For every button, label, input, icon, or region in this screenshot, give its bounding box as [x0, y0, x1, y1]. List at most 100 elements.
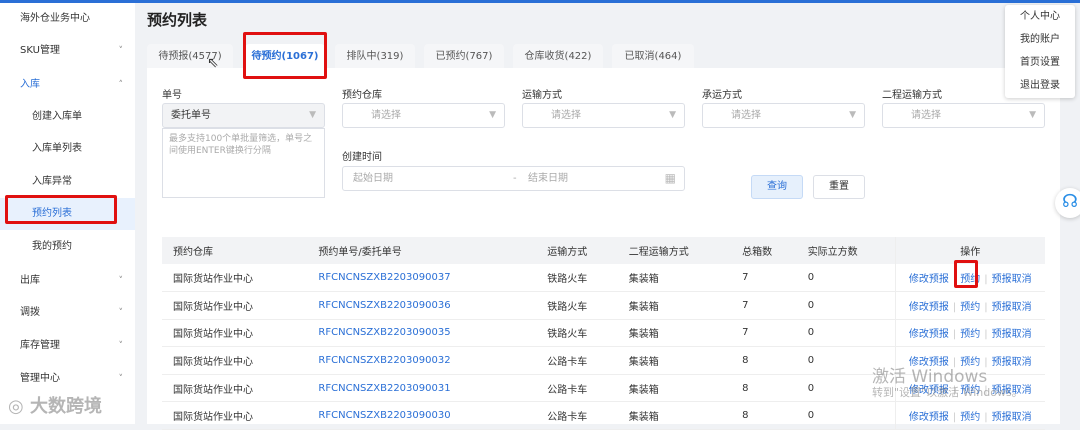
- sidebar-item-transfer[interactable]: 调拨 ˅: [0, 297, 135, 329]
- sidebar-item-inventory[interactable]: 库存管理 ˅: [0, 330, 135, 362]
- menu-item-home-settings[interactable]: 首页设置: [1005, 52, 1075, 74]
- order-no-link[interactable]: RFCNCNSZXB2203090036: [307, 291, 537, 320]
- warehouse-cell: 国际货站作业中心: [162, 319, 308, 348]
- second-transport-label: 二程运输方式: [882, 90, 942, 101]
- order-no-label: 单号: [162, 90, 182, 101]
- tab-pending-forecast[interactable]: 待预报(4577): [147, 44, 233, 69]
- cancel-forecast-link[interactable]: 预报取消: [992, 357, 1032, 368]
- sidebar-item-my-appointments[interactable]: 我的预约: [0, 231, 135, 263]
- cancel-forecast-link[interactable]: 预报取消: [992, 412, 1032, 423]
- order-no-link[interactable]: RFCNCNSZXB2203090031: [307, 374, 537, 403]
- column-header: 总箱数: [731, 237, 797, 264]
- divider: |: [952, 329, 957, 341]
- second-transport-select[interactable]: 请选择 ▼: [882, 103, 1045, 128]
- carrier-select[interactable]: 请选择 ▼: [702, 103, 865, 128]
- column-header: 运输方式: [536, 237, 618, 264]
- appoint-link[interactable]: 预约: [960, 412, 980, 423]
- volume-cell: 0: [796, 319, 895, 348]
- transport-cell: 公路卡车: [536, 401, 618, 430]
- cancel-forecast-link[interactable]: 预报取消: [992, 302, 1032, 313]
- table-row: 国际货站作业中心 RFCNCNSZXB2203090036 铁路火车 集装箱 7 0 修改预…: [162, 291, 1045, 320]
- chevron-up-icon: ˄: [118, 80, 124, 90]
- edit-forecast-link[interactable]: 修改预报: [909, 329, 949, 340]
- sidebar-item-overseas-center[interactable]: 海外仓业务中心: [0, 3, 135, 35]
- cancel-forecast-link[interactable]: 预报取消: [992, 329, 1032, 340]
- warehouse-cell: 国际货站作业中心: [162, 264, 308, 293]
- caret-down-icon: ▼: [669, 110, 676, 120]
- search-button[interactable]: 查询: [751, 175, 803, 199]
- column-header: 预约单号/委托单号: [307, 237, 537, 264]
- chevron-down-icon: ˅: [118, 46, 124, 56]
- carrier-label: 承运方式: [702, 90, 742, 101]
- caret-down-icon: ▼: [309, 110, 316, 120]
- transport-cell: 公路卡车: [536, 346, 618, 375]
- date-range-picker[interactable]: 起始日期 - 结束日期 ▦: [342, 166, 685, 191]
- divider: |: [984, 301, 988, 313]
- sidebar-item-inbound[interactable]: 入库 ˄: [0, 69, 135, 101]
- divider: |: [952, 412, 957, 424]
- reset-button[interactable]: 重置: [813, 175, 865, 199]
- order-no-link[interactable]: RFCNCNSZXB2203090037: [307, 264, 537, 293]
- warehouse-cell: 国际货站作业中心: [162, 374, 308, 403]
- edit-forecast-link[interactable]: 修改预报: [909, 412, 949, 423]
- transport-select[interactable]: 请选择 ▼: [522, 103, 685, 128]
- warehouse-select[interactable]: 请选择 ▼: [342, 103, 505, 128]
- edit-forecast-link[interactable]: 修改预报: [909, 274, 949, 285]
- volume-cell: 0: [796, 291, 895, 320]
- menu-item-profile[interactable]: 个人中心: [1005, 6, 1075, 28]
- cancel-forecast-link[interactable]: 预报取消: [992, 274, 1032, 285]
- transport-label: 运输方式: [522, 90, 562, 101]
- end-date-input[interactable]: 结束日期: [528, 167, 568, 190]
- second-transport-cell: 集装箱: [617, 346, 732, 375]
- highlight-box: [954, 260, 978, 288]
- menu-item-logout[interactable]: 退出登录: [1005, 75, 1075, 97]
- highlight-box: [5, 195, 117, 224]
- table-row: 国际货站作业中心 RFCNCNSZXB2203090037 铁路火车 集装箱 7 0 修改预…: [162, 264, 1045, 293]
- divider: |: [984, 329, 988, 341]
- tab-cancelled[interactable]: 已取消(464): [612, 44, 694, 69]
- order-no-link[interactable]: RFCNCNSZXB2203090032: [307, 346, 537, 375]
- order-no-textarea[interactable]: 最多支持100个单批量筛选，单号之间使用ENTER键换行分隔: [162, 128, 325, 198]
- tab-queued[interactable]: 排队中(319): [335, 44, 415, 69]
- order-type-select[interactable]: 委托单号 ▼: [162, 103, 325, 128]
- second-transport-cell: 集装箱: [617, 401, 732, 430]
- actions-cell: 修改预报 | 预约 | 预报取消: [894, 319, 1045, 348]
- windows-activation-subtitle: 转到"设置"以激活 Windows。: [872, 386, 1023, 399]
- column-header: 实际立方数: [796, 237, 895, 264]
- warehouse-label: 预约仓库: [342, 90, 382, 101]
- edit-forecast-link[interactable]: 修改预报: [909, 302, 949, 313]
- tab-warehouse-received[interactable]: 仓库收货(422): [513, 44, 603, 69]
- caret-down-icon: ▼: [489, 110, 496, 120]
- page-title: 预约列表: [147, 11, 208, 29]
- watermark-text: 大数跨境: [29, 396, 102, 417]
- divider: |: [952, 301, 957, 313]
- appoint-link[interactable]: 预约: [960, 329, 980, 340]
- appoint-link[interactable]: 预约: [960, 302, 980, 313]
- sidebar-item-label: 库存管理: [20, 340, 60, 351]
- box-count-cell: 7: [731, 291, 797, 320]
- second-transport-cell: 集装箱: [617, 319, 732, 348]
- table-row: 国际货站作业中心 RFCNCNSZXB2203090030 公路卡车 集装箱 8 0 修改预…: [162, 401, 1045, 430]
- box-count-cell: 8: [731, 401, 797, 430]
- top-bar: [0, 0, 1080, 3]
- box-count-cell: 7: [731, 319, 797, 348]
- sidebar-item-sku[interactable]: SKU管理 ˅: [0, 35, 135, 67]
- order-no-link[interactable]: RFCNCNSZXB2203090030: [307, 401, 537, 430]
- order-no-link[interactable]: RFCNCNSZXB2203090035: [307, 319, 537, 348]
- placeholder: 请选择: [731, 110, 761, 121]
- highlight-box: [243, 32, 327, 79]
- placeholder: 请选择: [551, 110, 581, 121]
- start-date-input[interactable]: 起始日期: [353, 173, 393, 184]
- menu-item-account[interactable]: 我的账户: [1005, 29, 1075, 51]
- range-separator: -: [513, 173, 517, 184]
- sidebar-item-inbound-list[interactable]: 入库单列表: [0, 133, 135, 165]
- sidebar-item-create-inbound[interactable]: 创建入库单: [0, 101, 135, 133]
- sidebar-item-management[interactable]: 管理中心 ˅: [0, 363, 135, 395]
- second-transport-cell: 集装箱: [617, 291, 732, 320]
- customer-service-icon[interactable]: ☊: [1055, 188, 1080, 218]
- sidebar-item-outbound[interactable]: 出库 ˅: [0, 265, 135, 297]
- tab-appointed[interactable]: 已预约(767): [424, 44, 504, 69]
- divider: |: [984, 274, 988, 286]
- sidebar-item-inbound-exception[interactable]: 入库异常: [0, 166, 135, 198]
- chevron-down-icon: ˅: [118, 308, 124, 318]
